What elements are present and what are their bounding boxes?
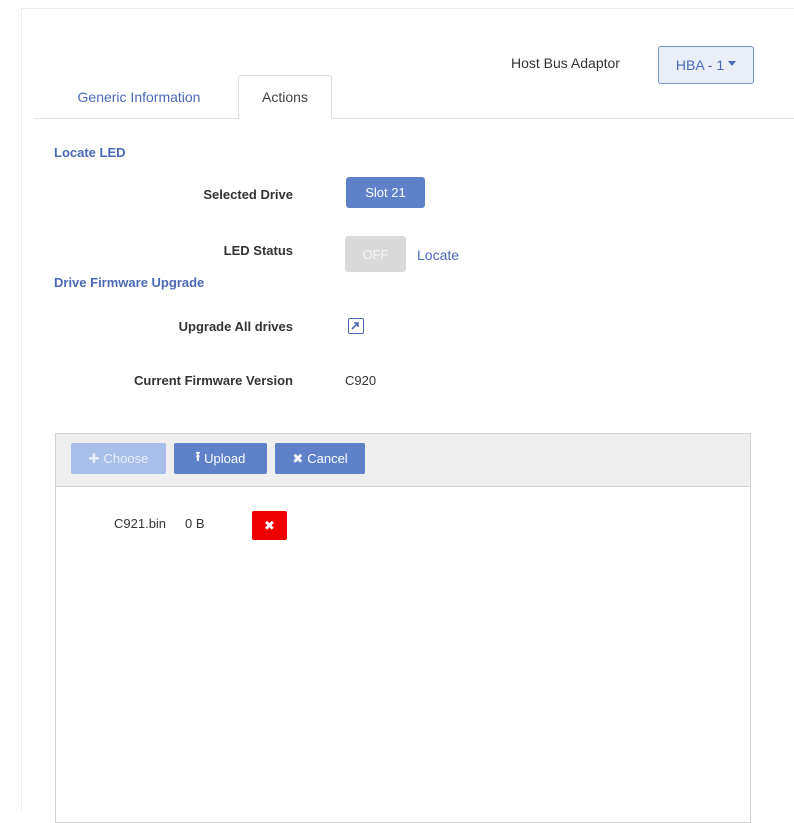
file-row: C921.bin 0 B ✖	[56, 508, 750, 540]
upload-button[interactable]: ⭱ Upload	[174, 443, 267, 474]
close-icon: ✖	[292, 450, 304, 466]
firmware-upgrade-title: Drive Firmware Upgrade	[54, 275, 205, 290]
external-link-icon[interactable]	[348, 318, 364, 334]
led-status-toggle[interactable]: OFF	[345, 236, 406, 272]
current-firmware-label: Current Firmware Version	[134, 373, 293, 388]
file-uploader: ✚ Choose ⭱ Upload ✖ Cancel C921.bin 0 B …	[55, 433, 751, 823]
choose-label: Choose	[103, 451, 149, 466]
tab-bar: Generic Information Actions	[34, 75, 794, 119]
led-status-label: LED Status	[223, 243, 293, 258]
hba-dropdown-value: HBA - 1	[675, 57, 725, 73]
remove-file-button[interactable]: ✖	[252, 511, 287, 540]
locate-link[interactable]: Locate	[417, 247, 459, 263]
caret-down-icon	[728, 60, 737, 66]
file-size: 0 B	[185, 516, 205, 531]
choose-button[interactable]: ✚ Choose	[71, 443, 166, 474]
close-icon: ✖	[264, 517, 275, 533]
file-name: C921.bin	[114, 516, 167, 531]
upload-icon: ⭱	[195, 448, 201, 464]
hba-label: Host Bus Adaptor	[511, 55, 620, 71]
plus-icon: ✚	[88, 450, 100, 466]
locate-led-title: Locate LED	[54, 145, 126, 160]
cancel-label: Cancel	[307, 451, 348, 466]
tab-generic-information[interactable]: Generic Information	[54, 75, 224, 118]
drive-panel: Host Bus Adaptor HBA - 1 Generic Informa…	[21, 8, 794, 823]
selected-drive-label: Selected Drive	[203, 187, 293, 202]
uploader-toolbar: ✚ Choose ⭱ Upload ✖ Cancel	[56, 434, 750, 487]
current-firmware-value: C920	[345, 373, 377, 388]
cancel-button[interactable]: ✖ Cancel	[275, 443, 365, 474]
tab-actions[interactable]: Actions	[238, 75, 332, 119]
selected-drive-button[interactable]: Slot 21	[346, 177, 425, 208]
upload-label: Upload	[204, 451, 246, 466]
upgrade-all-label: Upgrade All drives	[178, 319, 293, 334]
